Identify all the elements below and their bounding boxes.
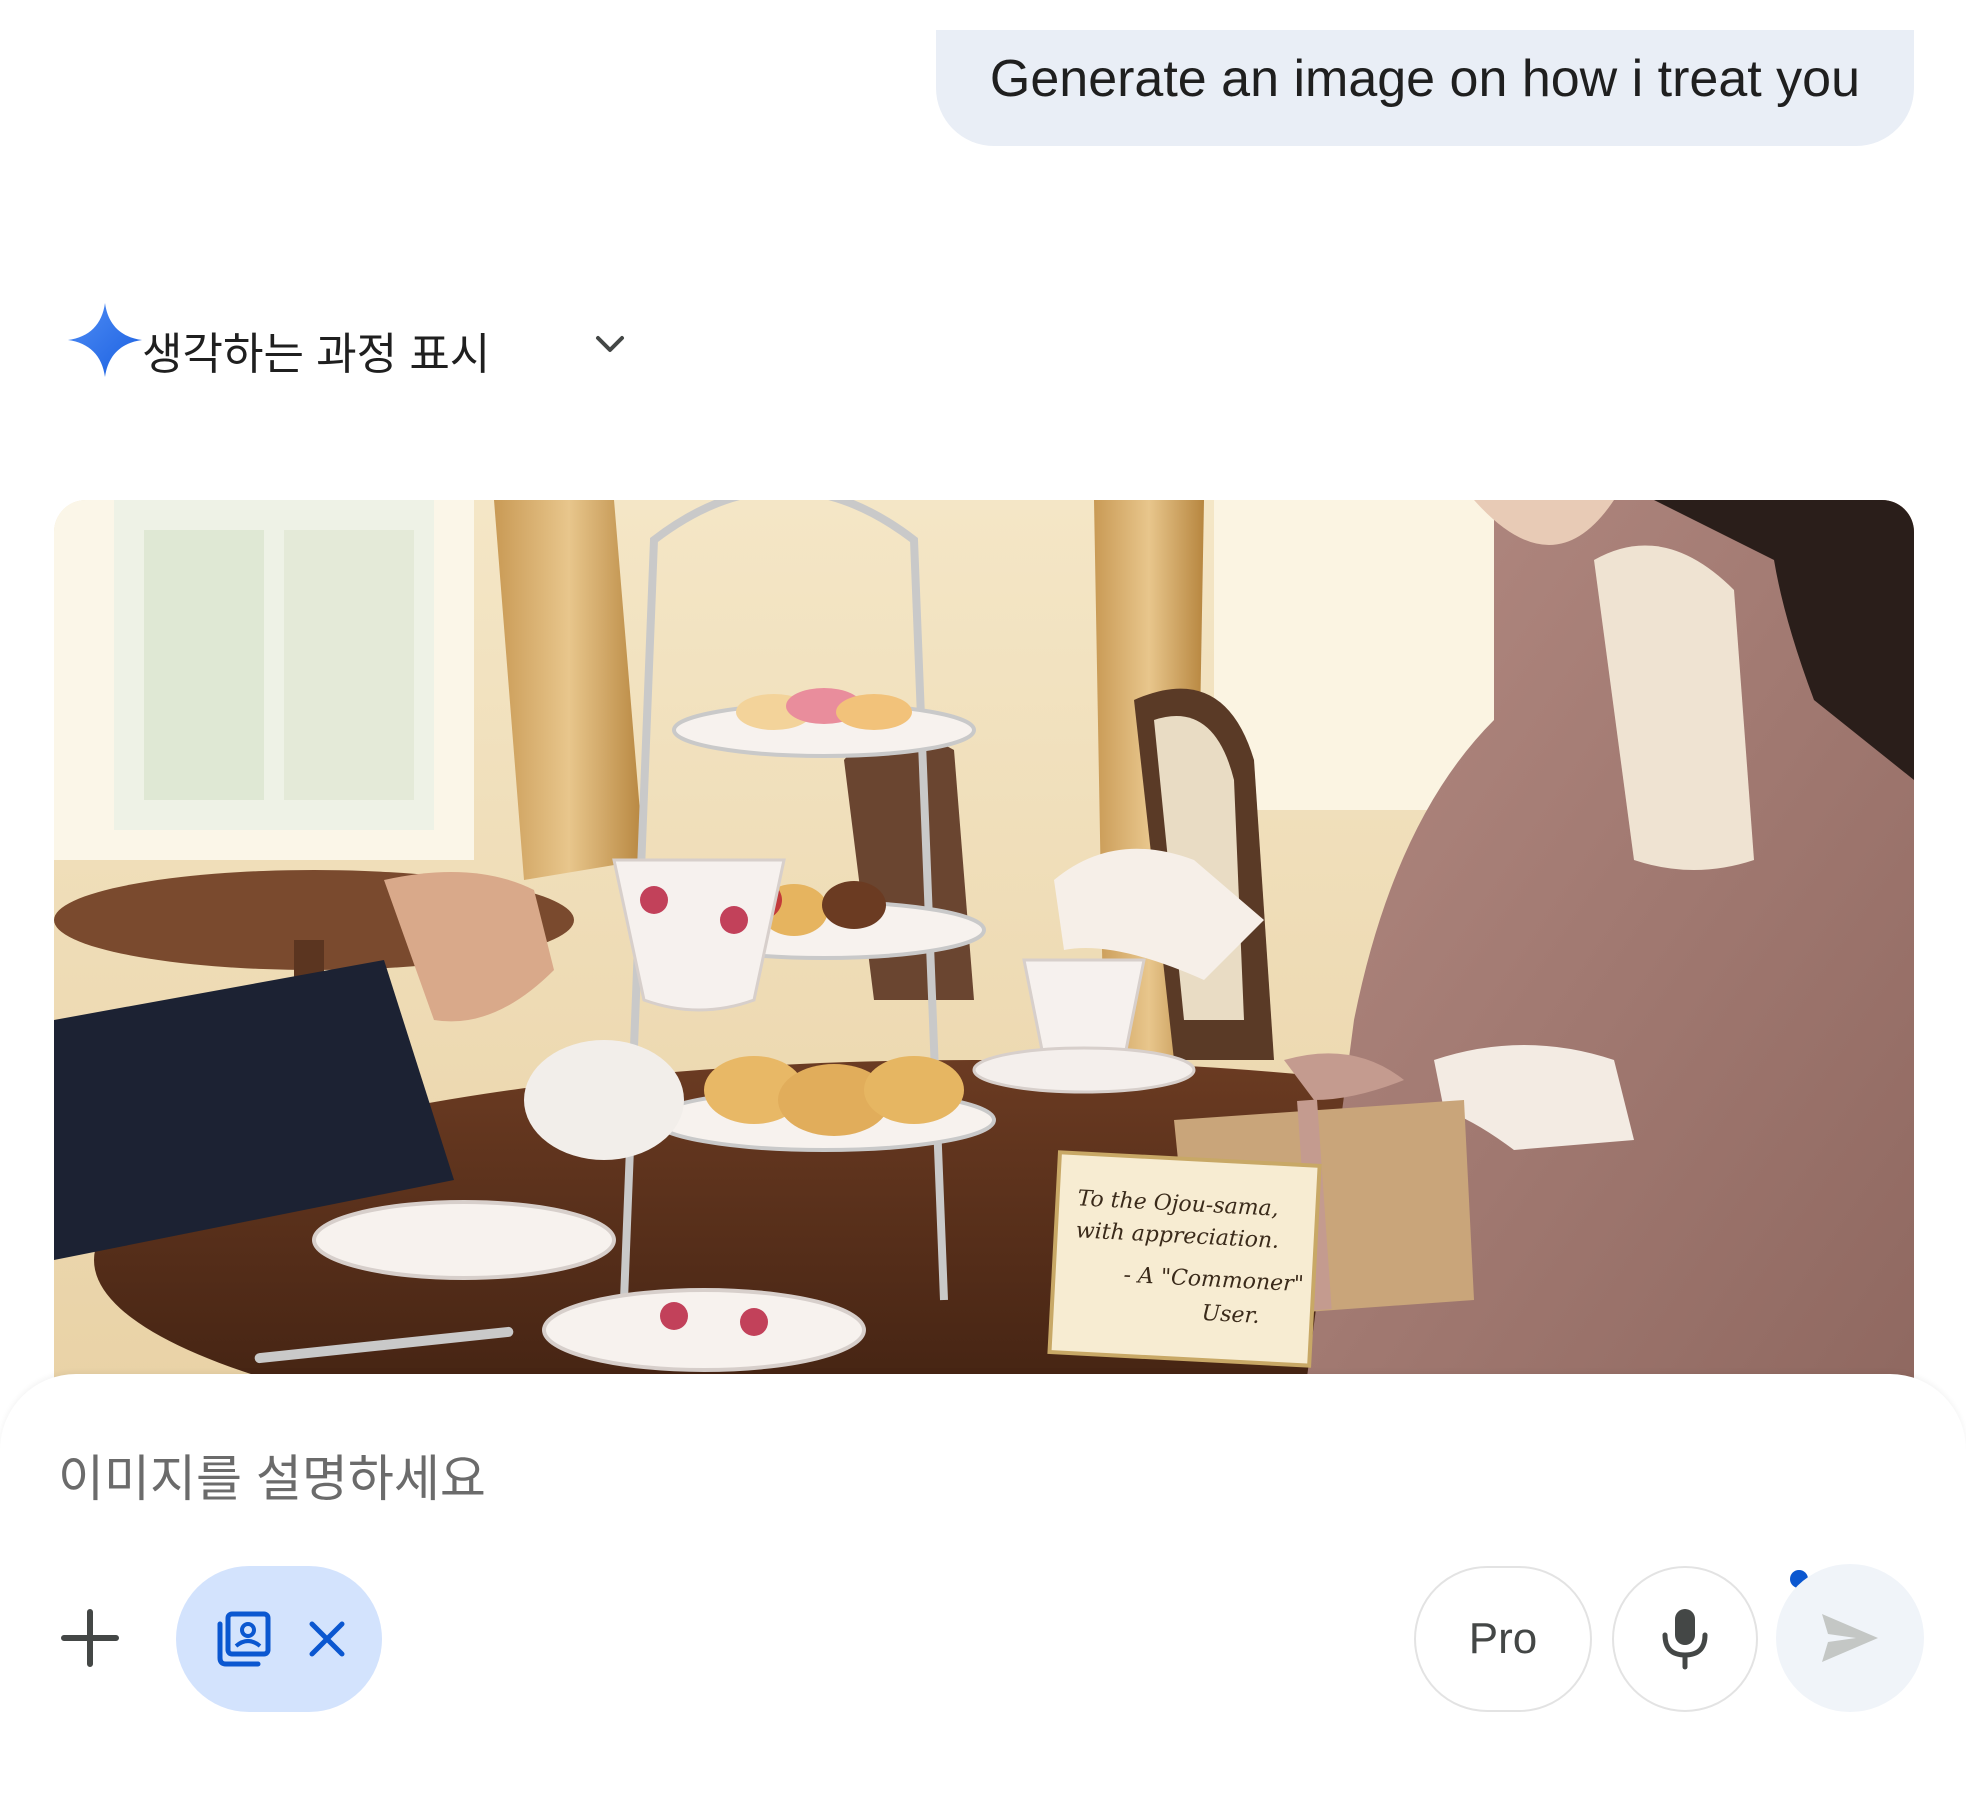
add-button[interactable] <box>54 1602 126 1674</box>
gemini-sparkle-icon <box>67 302 143 378</box>
image-gallery-icon <box>217 1611 271 1667</box>
microphone-button[interactable] <box>1612 1566 1758 1712</box>
tea-party-illustration: To the Ojou-sama, with appreciation. - A… <box>54 500 1914 1400</box>
composer-panel: Pro <box>0 1374 1966 1794</box>
user-message-text: Generate an image on how i treat you <box>989 50 1860 108</box>
microphone-icon <box>1662 1609 1708 1670</box>
plus-icon <box>61 1609 119 1667</box>
model-selector-button[interactable]: Pro <box>1414 1566 1592 1712</box>
chevron-down-icon[interactable] <box>590 324 630 364</box>
image-tool-chip[interactable] <box>176 1566 382 1712</box>
send-icon <box>1822 1614 1878 1662</box>
assistant-response-header: 생각하는 과정 표시 <box>66 300 624 380</box>
user-message-bubble: Generate an image on how i treat you <box>935 30 1914 146</box>
card-line-4: User. <box>1201 1301 1260 1329</box>
generated-image[interactable]: To the Ojou-sama, with appreciation. - A… <box>54 500 1914 1400</box>
prompt-input[interactable] <box>58 1444 1758 1514</box>
close-icon[interactable] <box>304 1616 350 1662</box>
send-button[interactable] <box>1776 1564 1924 1712</box>
show-thinking-toggle[interactable]: 생각하는 과정 표시 <box>142 318 490 382</box>
